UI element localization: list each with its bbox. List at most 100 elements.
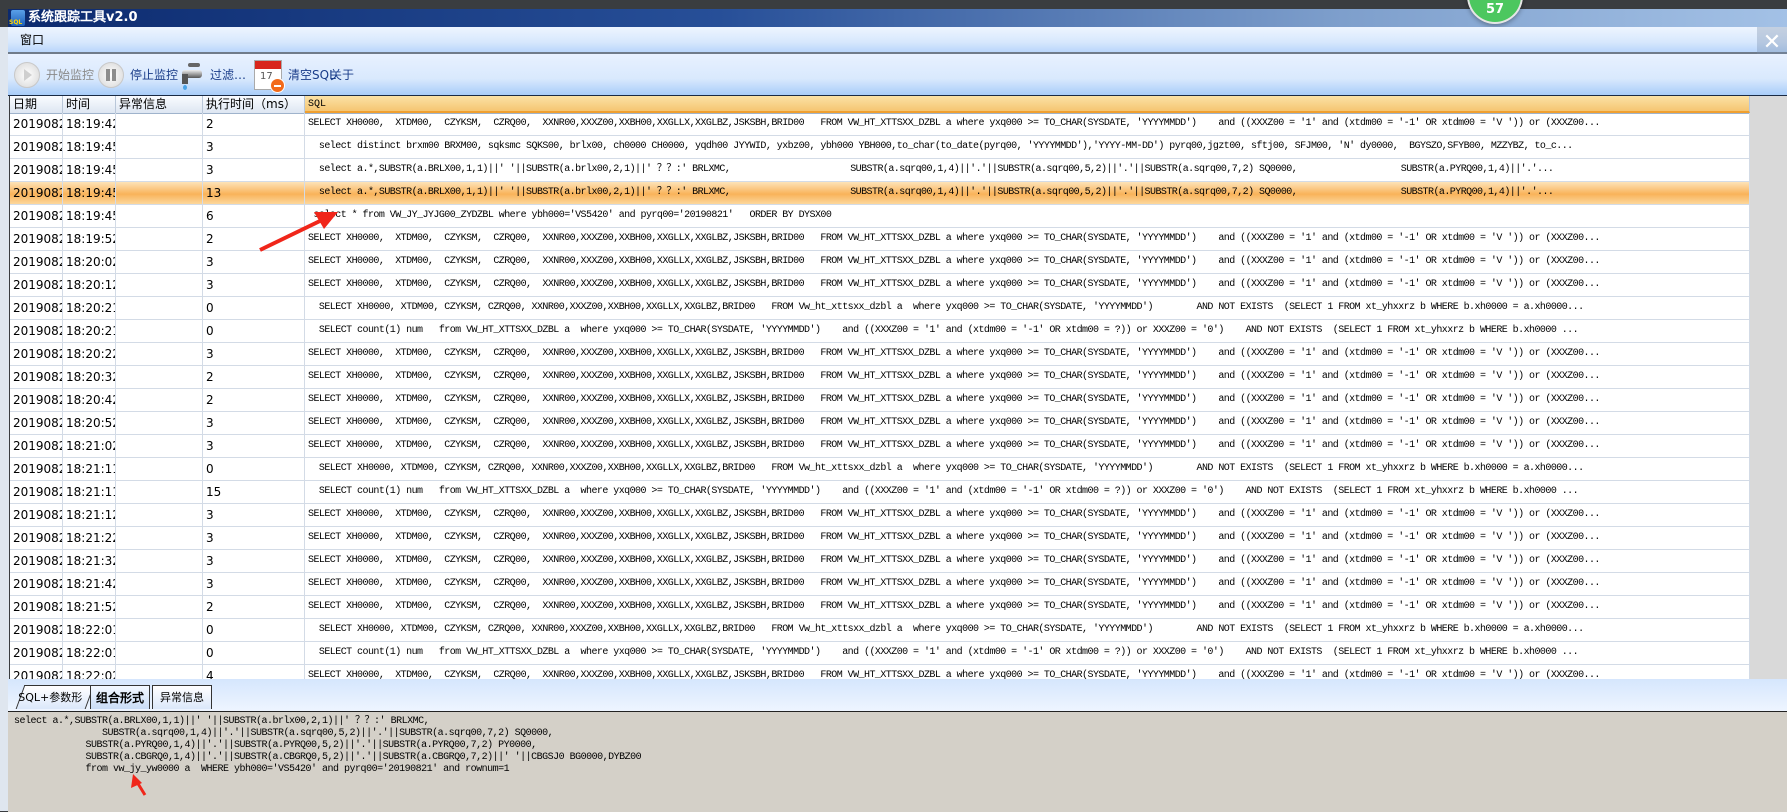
cell-duration: 3	[203, 251, 305, 273]
cell-duration: 0	[203, 642, 305, 664]
cell-time: 18:20:32	[63, 366, 116, 388]
cell-sql: select * from VW_JY_JYJG00_ZYDZBL where …	[305, 205, 1750, 227]
table-row[interactable]: 2019082218:20:02 3SELECT XH0000, XTDM00, …	[10, 251, 1750, 274]
column-header-date[interactable]: 日期	[10, 96, 63, 113]
column-header-time[interactable]: 时间	[63, 96, 116, 113]
cell-error	[116, 435, 203, 457]
tab-combined[interactable]: 组合形式	[90, 685, 150, 709]
cell-duration: 3	[203, 550, 305, 572]
title-bar: SQL 系统跟踪工具v2.0	[8, 9, 1787, 27]
cell-sql: SELECT count(1) num from VW_HT_XTTSXX_DZ…	[305, 642, 1750, 664]
cell-time: 18:21:11	[63, 481, 116, 503]
cell-duration: 13	[203, 182, 305, 204]
cell-error	[116, 274, 203, 296]
table-row[interactable]: 2019082218:19:42 2SELECT XH0000, XTDM00, …	[10, 113, 1750, 136]
cell-error	[116, 251, 203, 273]
table-row[interactable]: 2019082218:21:52 2SELECT XH0000, XTDM00, …	[10, 596, 1750, 619]
cell-duration: 3	[203, 159, 305, 181]
cell-error	[116, 573, 203, 595]
column-header-sql[interactable]: SQL	[305, 96, 1750, 113]
cell-date: 20190822	[10, 274, 63, 296]
table-row[interactable]: 2019082218:20:12 3SELECT XH0000, XTDM00, …	[10, 274, 1750, 297]
cell-time: 18:20:52	[63, 412, 116, 434]
cell-sql: SELECT XH0000, XTDM00, CZYKSM, CZRQ00, X…	[305, 251, 1750, 273]
cell-duration: 2	[203, 228, 305, 250]
app-icon: SQL	[9, 10, 25, 26]
cell-error	[116, 412, 203, 434]
table-row-selected[interactable]: 2019082218:19:45 13 select a.*,SUBSTR(a.B…	[10, 182, 1750, 205]
table-row[interactable]: 2019082218:20:32 2SELECT XH0000, XTDM00, …	[10, 366, 1750, 389]
table-row[interactable]: 2019082218:19:45 3 select distinct brxm00…	[10, 136, 1750, 159]
cell-time: 18:21:52	[63, 596, 116, 618]
column-header-error[interactable]: 异常信息	[116, 96, 203, 113]
combined-sql-text[interactable]: select a.*,SUBSTR(a.BRLX00,1,1)||' '||SU…	[14, 716, 642, 776]
cell-date: 20190822	[10, 343, 63, 365]
cell-date: 20190822	[10, 228, 63, 250]
cell-date: 20190822	[10, 320, 63, 342]
start-monitor-button[interactable]: 开始监控	[14, 54, 94, 95]
table-row[interactable]: 2019082218:21:11 0 SELECT XH0000, XTDM00,…	[10, 458, 1750, 481]
menu-bar: 窗口 ✕	[8, 27, 1787, 59]
cell-duration: 2	[203, 389, 305, 411]
cell-duration: 0	[203, 458, 305, 480]
cell-error	[116, 297, 203, 319]
table-row[interactable]: 2019082218:20:21 0 SELECT XH0000, XTDM00,…	[10, 297, 1750, 320]
cell-time: 18:19:52	[63, 228, 116, 250]
stop-monitor-label: 停止监控	[130, 68, 179, 82]
table-row[interactable]: 2019082218:19:45 6 select * from VW_JY_JY…	[10, 205, 1750, 228]
window-title: 系统跟踪工具v2.0	[28, 10, 138, 25]
cell-time: 18:20:12	[63, 274, 116, 296]
table-row[interactable]: 2019082218:22:01 0 SELECT XH0000, XTDM00,…	[10, 619, 1750, 642]
cell-duration: 2	[203, 596, 305, 618]
cell-date: 20190822	[10, 412, 63, 434]
table-row[interactable]: 2019082218:19:52 2SELECT XH0000, XTDM00, …	[10, 228, 1750, 251]
cell-error	[116, 113, 203, 135]
filter-button[interactable]: 过滤…	[180, 54, 246, 95]
table-row[interactable]: 2019082218:21:32 3SELECT XH0000, XTDM00, …	[10, 550, 1750, 573]
tab-sql-params[interactable]: SQL+参数形式	[15, 685, 95, 728]
table-row[interactable]: 2019082218:22:02 4SELECT XH0000, XTDM00, …	[10, 665, 1750, 679]
tab-exceptions[interactable]: 异常信息	[152, 685, 212, 709]
cell-time: 18:20:42	[63, 389, 116, 411]
cell-duration: 2	[203, 366, 305, 388]
stop-monitor-button[interactable]: 停止监控	[98, 54, 178, 95]
column-header-duration[interactable]: 执行时间（ms）	[203, 96, 305, 113]
clear-sql-button[interactable]: 17 清空SQL	[254, 54, 336, 95]
sql-detail-panel[interactable]: select a.*,SUBSTR(a.BRLX00,1,1)||' '||SU…	[8, 711, 1787, 812]
cell-date: 20190822	[10, 642, 63, 664]
cell-time: 18:20:21	[63, 320, 116, 342]
vertical-scrollbar[interactable]	[1750, 96, 1787, 679]
table-row[interactable]: 2019082218:21:02 3SELECT XH0000, XTDM00, …	[10, 435, 1750, 458]
cell-duration: 3	[203, 343, 305, 365]
menu-window[interactable]: 窗口	[20, 31, 44, 48]
calendar-clear-icon: 17	[254, 59, 285, 93]
cell-date: 20190822	[10, 596, 63, 618]
table-row[interactable]: 2019082218:20:22 3SELECT XH0000, XTDM00, …	[10, 343, 1750, 366]
cell-error	[116, 228, 203, 250]
clear-sql-label: 清空SQL	[288, 68, 336, 82]
table-row[interactable]: 2019082218:20:42 2SELECT XH0000, XTDM00, …	[10, 389, 1750, 412]
about-button[interactable]: 关于	[330, 54, 354, 95]
cell-time: 18:19:45	[63, 182, 116, 204]
table-row[interactable]: 2019082218:19:45 3 select a.*,SUBSTR(a.BR…	[10, 159, 1750, 182]
cell-time: 18:20:02	[63, 251, 116, 273]
cell-sql: SELECT XH0000, XTDM00, CZYKSM, CZRQ00, X…	[305, 504, 1750, 526]
cell-date: 20190822	[10, 389, 63, 411]
table-row[interactable]: 2019082218:20:52 3SELECT XH0000, XTDM00, …	[10, 412, 1750, 435]
cell-error	[116, 596, 203, 618]
cell-time: 18:19:45	[63, 205, 116, 227]
cell-date: 20190822	[10, 573, 63, 595]
table-row[interactable]: 2019082218:21:22 3SELECT XH0000, XTDM00, …	[10, 527, 1750, 550]
cell-time: 18:21:02	[63, 435, 116, 457]
table-row[interactable]: 2019082218:21:11 15 SELECT count(1) num f…	[10, 481, 1750, 504]
cell-time: 18:20:22	[63, 343, 116, 365]
table-row[interactable]: 2019082218:20:21 0 SELECT count(1) num fr…	[10, 320, 1750, 343]
table-row[interactable]: 2019082218:22:01 0 SELECT count(1) num fr…	[10, 642, 1750, 665]
cell-date: 20190822	[10, 297, 63, 319]
pause-icon	[98, 61, 124, 88]
cell-sql: SELECT XH0000, XTDM00, CZYKSM, CZRQ00, X…	[305, 458, 1750, 480]
table-row[interactable]: 2019082218:21:12 3SELECT XH0000, XTDM00, …	[10, 504, 1750, 527]
table-row[interactable]: 2019082218:21:42 3SELECT XH0000, XTDM00, …	[10, 573, 1750, 596]
cell-sql: SELECT XH0000, XTDM00, CZYKSM, CZRQ00, X…	[305, 366, 1750, 388]
cell-duration: 3	[203, 435, 305, 457]
